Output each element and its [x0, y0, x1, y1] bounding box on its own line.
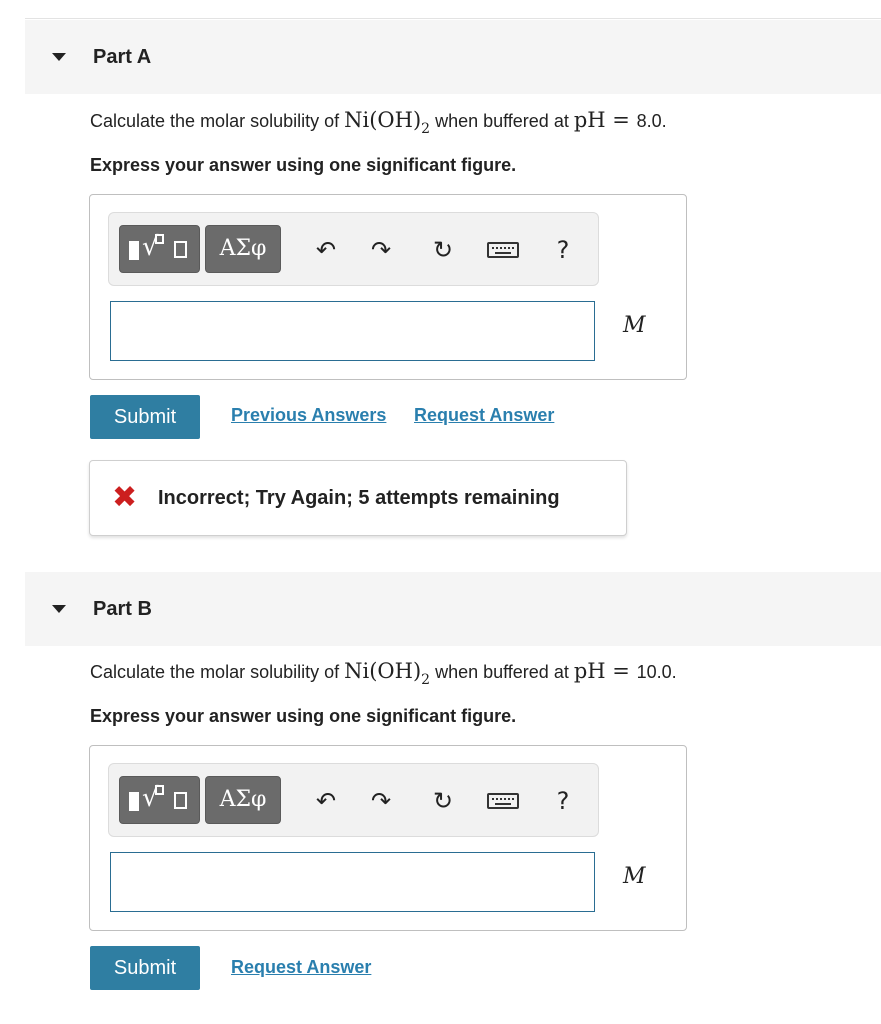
unit-label: M [623, 864, 646, 889]
templates-button[interactable]: √ [119, 776, 200, 824]
keyboard-icon[interactable] [487, 242, 519, 258]
part-b-header[interactable]: Part B [25, 572, 881, 646]
undo-icon[interactable]: ↶ [309, 784, 343, 818]
undo-icon[interactable]: ↶ [309, 233, 343, 267]
redo-icon[interactable]: ↷ [364, 784, 398, 818]
top-divider [25, 18, 881, 19]
request-answer-link[interactable]: Request Answer [231, 957, 371, 978]
reset-icon[interactable]: ↻ [426, 233, 460, 267]
keyboard-icon[interactable] [487, 793, 519, 809]
formula: Ni(OH)2 [344, 108, 431, 137]
templates-button[interactable]: √ [119, 225, 200, 273]
part-b-question: Calculate the molar solubility of Ni(OH)… [90, 659, 677, 688]
submit-button[interactable]: Submit [90, 946, 200, 990]
part-b-answer-box: √ ΑΣφ ↶ ↷ ↻ ? M [89, 745, 687, 931]
math-toolbar: √ ΑΣφ ↶ ↷ ↻ ? [108, 212, 599, 286]
greek-symbols-button[interactable]: ΑΣφ [205, 225, 281, 273]
redo-icon[interactable]: ↷ [364, 233, 398, 267]
request-answer-link[interactable]: Request Answer [414, 405, 554, 426]
formula: Ni(OH)2 [344, 659, 431, 688]
part-a-title: Part A [93, 46, 152, 68]
part-a-header[interactable]: Part A [25, 20, 881, 94]
math-toolbar: √ ΑΣφ ↶ ↷ ↻ ? [108, 763, 599, 837]
part-a-instruction: Express your answer using one significan… [90, 155, 517, 175]
part-a-question: Calculate the molar solubility of Ni(OH)… [90, 108, 667, 137]
reset-icon[interactable]: ↻ [426, 784, 460, 818]
x-mark-icon: ✖ [112, 480, 138, 515]
part-b-instruction: Express your answer using one significan… [90, 706, 517, 726]
unit-label: M [623, 313, 646, 338]
collapse-caret-icon[interactable] [52, 605, 66, 613]
submit-button[interactable]: Submit [90, 395, 200, 439]
answer-input[interactable] [110, 852, 595, 912]
previous-answers-link[interactable]: Previous Answers [231, 405, 386, 426]
help-icon[interactable]: ? [546, 233, 580, 267]
part-a-answer-box: √ ΑΣφ ↶ ↷ ↻ ? M [89, 194, 687, 380]
collapse-caret-icon[interactable] [52, 53, 66, 61]
part-b-title: Part B [93, 598, 152, 620]
greek-symbols-button[interactable]: ΑΣφ [205, 776, 281, 824]
answer-input[interactable] [110, 301, 595, 361]
help-icon[interactable]: ? [546, 784, 580, 818]
feedback-message: ✖ Incorrect; Try Again; 5 attempts remai… [89, 460, 627, 536]
feedback-text: Incorrect; Try Again; 5 attempts remaini… [158, 487, 560, 509]
